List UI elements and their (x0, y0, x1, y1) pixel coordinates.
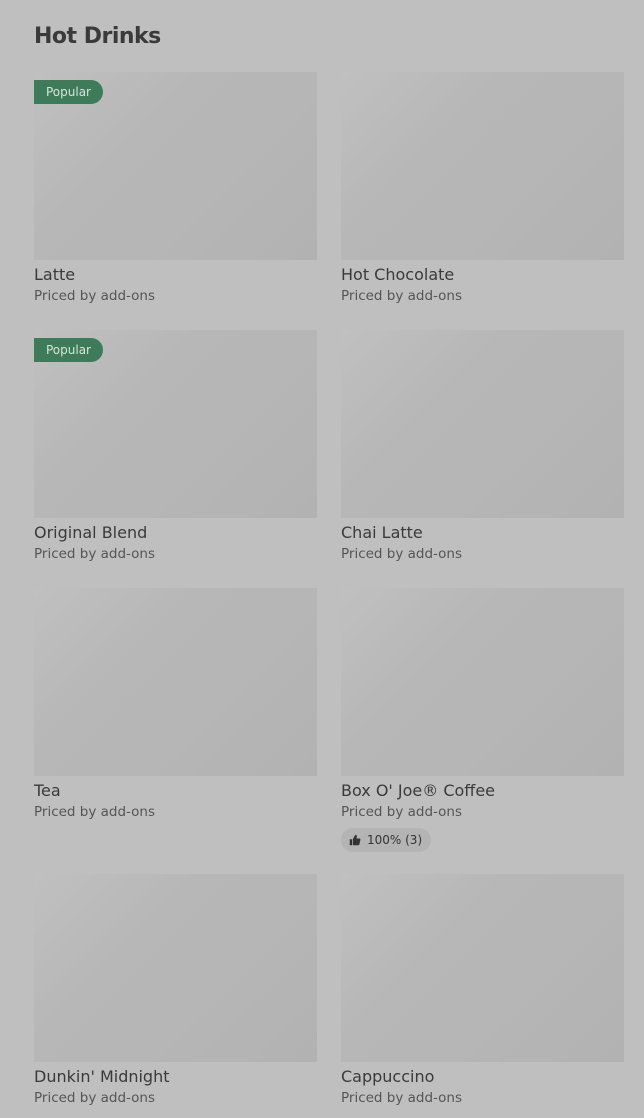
menu-item-tea[interactable]: Tea Priced by add-ons (34, 588, 317, 821)
item-price: Priced by add-ons (34, 288, 156, 304)
item-image[interactable]: Popular (34, 72, 317, 260)
menu-item-latte[interactable]: Popular Latte Priced by add-ons (34, 72, 317, 305)
rating-badge: 100% (3) (341, 828, 432, 852)
item-name: Box O' Joe® Coffee (341, 781, 496, 800)
item-image[interactable]: Popular (34, 330, 317, 518)
item-price: Priced by add-ons (341, 1090, 463, 1106)
item-name: Dunkin' Midnight (34, 1067, 170, 1086)
item-price: Priced by add-ons (341, 804, 463, 820)
menu-item-box-o-joe-coffee[interactable]: Box O' Joe® Coffee Priced by add-ons 100… (341, 588, 624, 852)
item-price: Priced by add-ons (34, 546, 156, 562)
menu-item-original-blend[interactable]: Popular Original Blend Priced by add-ons (34, 330, 317, 563)
popular-badge: Popular (34, 338, 103, 362)
menu-item-chai-latte[interactable]: Chai Latte Priced by add-ons (341, 330, 624, 563)
item-name: Chai Latte (341, 523, 423, 542)
item-image[interactable] (341, 330, 624, 518)
item-image[interactable] (341, 874, 624, 1062)
rating-text: 100% (3) (367, 833, 423, 847)
item-name: Hot Chocolate (341, 265, 455, 284)
section-title: Hot Drinks (34, 24, 161, 49)
item-price: Priced by add-ons (34, 1090, 156, 1106)
item-image[interactable] (341, 588, 624, 776)
item-name: Latte (34, 265, 76, 284)
item-price: Priced by add-ons (34, 804, 156, 820)
thumbs-up-icon (349, 834, 361, 846)
item-name: Original Blend (34, 523, 148, 542)
menu-item-dunkin-midnight[interactable]: Dunkin' Midnight Priced by add-ons (34, 874, 317, 1107)
item-image[interactable] (341, 72, 624, 260)
item-image[interactable] (34, 874, 317, 1062)
item-name: Cappuccino (341, 1067, 435, 1086)
menu-item-cappuccino[interactable]: Cappuccino Priced by add-ons (341, 874, 624, 1107)
menu-item-hot-chocolate[interactable]: Hot Chocolate Priced by add-ons (341, 72, 624, 305)
item-price: Priced by add-ons (341, 288, 463, 304)
item-name: Tea (34, 781, 61, 800)
popular-badge: Popular (34, 80, 103, 104)
item-image[interactable] (34, 588, 317, 776)
item-price: Priced by add-ons (341, 546, 463, 562)
